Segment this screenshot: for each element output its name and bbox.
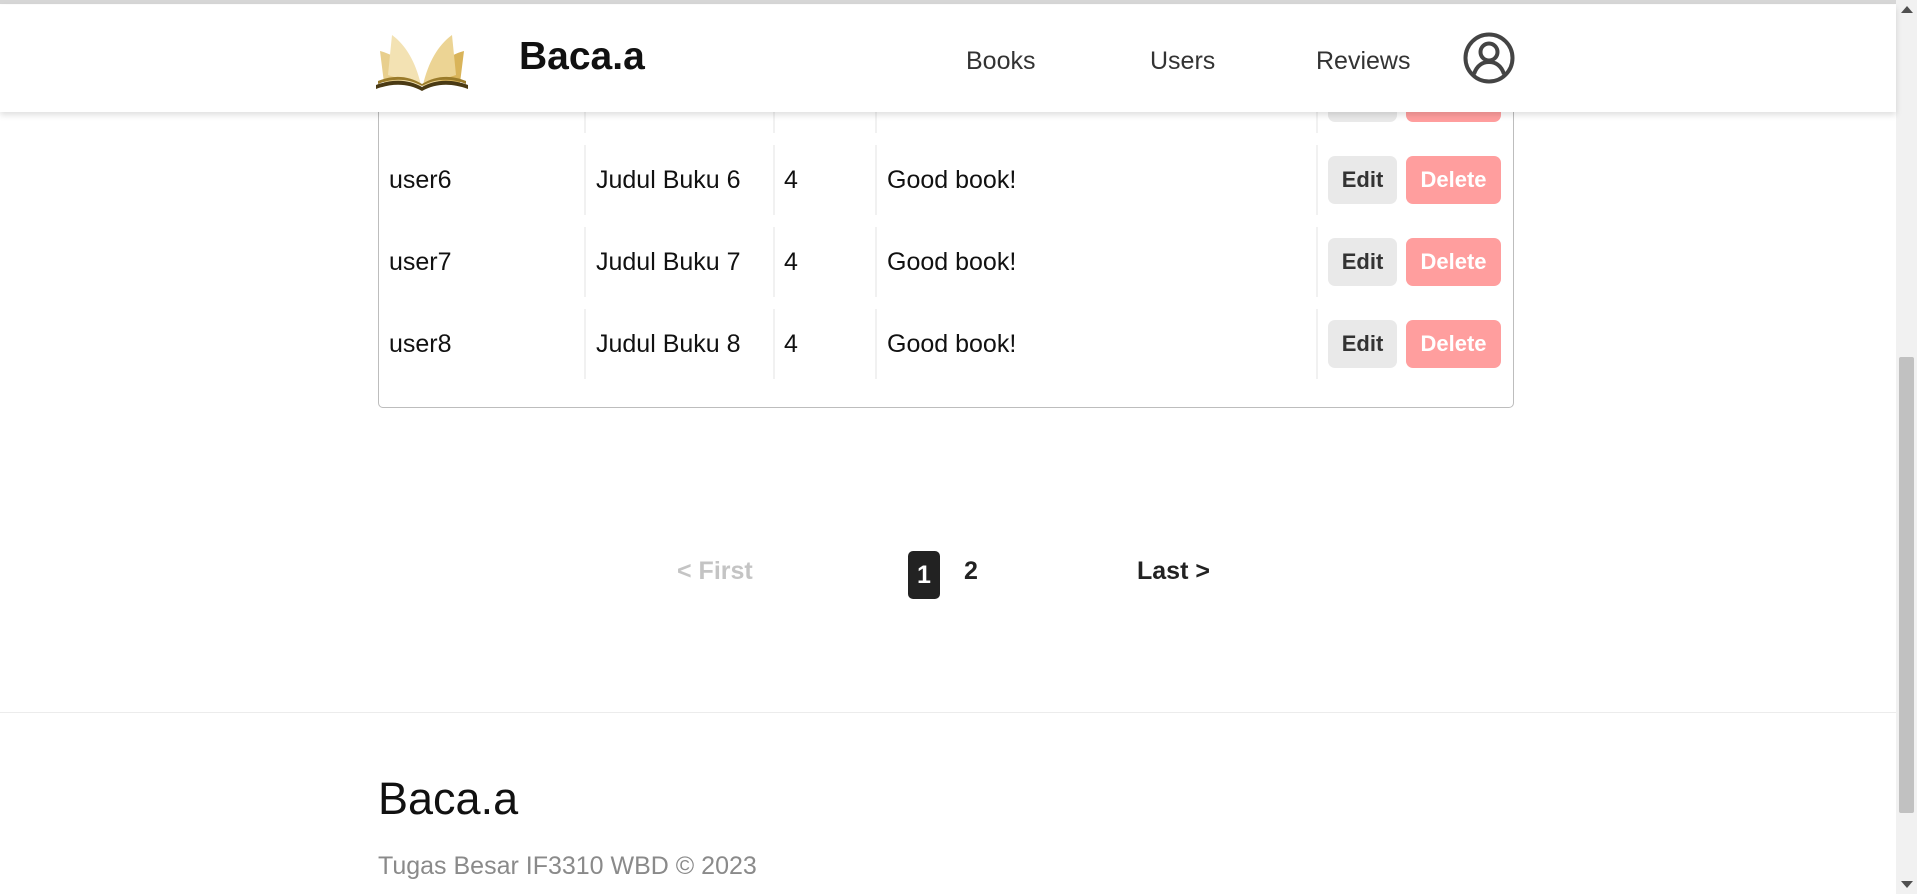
edit-button[interactable]: Edit <box>1328 238 1397 286</box>
cell-user: user7 <box>389 247 452 276</box>
column-divider <box>875 145 877 215</box>
footer-copyright: Tugas Besar IF3310 WBD © 2023 <box>378 852 757 880</box>
column-divider <box>773 227 775 297</box>
column-divider <box>1316 309 1318 379</box>
column-divider <box>875 227 877 297</box>
pagination-page-2[interactable]: 2 <box>964 557 978 586</box>
pagination-page-1[interactable]: 1 <box>908 551 940 599</box>
column-divider <box>875 309 877 379</box>
cell-book: Judul Buku 8 <box>596 329 741 358</box>
scroll-up-icon[interactable] <box>1901 6 1913 13</box>
brand-name[interactable]: Baca.a <box>519 35 645 79</box>
cell-book: Judul Buku 6 <box>596 165 741 194</box>
cell-review: Good book! <box>887 329 1017 358</box>
pagination-last[interactable]: Last > <box>1137 557 1210 586</box>
scrollbar-thumb[interactable] <box>1899 357 1914 813</box>
table-row: user6 Judul Buku 6 4 Good book! Edit Del… <box>379 139 1513 221</box>
cell-rating: 4 <box>784 247 798 276</box>
open-book-logo[interactable] <box>376 27 468 96</box>
column-divider <box>584 309 586 379</box>
cell-user: user6 <box>389 165 452 194</box>
column-divider <box>584 227 586 297</box>
footer-brand: Baca.a <box>378 773 519 824</box>
cell-review: Good book! <box>887 247 1017 276</box>
delete-button[interactable]: Delete <box>1406 156 1501 204</box>
reviews-table: user5 Judul Buku 5 5 Wah bagus sekali ya… <box>378 60 1514 408</box>
cell-user: user8 <box>389 329 452 358</box>
column-divider <box>773 309 775 379</box>
nav-books[interactable]: Books <box>966 47 1035 76</box>
user-circle-icon[interactable] <box>1463 32 1515 89</box>
table-row: user8 Judul Buku 8 4 Good book! Edit Del… <box>379 303 1513 385</box>
nav-reviews[interactable]: Reviews <box>1316 47 1410 76</box>
vertical-scrollbar[interactable] <box>1896 0 1917 894</box>
cell-book: Judul Buku 7 <box>596 247 741 276</box>
site-footer: Baca.a Tugas Besar IF3310 WBD © 2023 <box>0 712 1896 895</box>
delete-button[interactable]: Delete <box>1406 320 1501 368</box>
edit-button[interactable]: Edit <box>1328 320 1397 368</box>
cell-review: Good book! <box>887 165 1017 194</box>
cell-rating: 4 <box>784 329 798 358</box>
window-top-border <box>0 0 1896 4</box>
column-divider <box>773 145 775 215</box>
table-row: user7 Judul Buku 7 4 Good book! Edit Del… <box>379 221 1513 303</box>
scroll-down-icon[interactable] <box>1901 881 1913 888</box>
cell-rating: 4 <box>784 165 798 194</box>
edit-button[interactable]: Edit <box>1328 156 1397 204</box>
nav-users[interactable]: Users <box>1150 47 1215 76</box>
delete-button[interactable]: Delete <box>1406 238 1501 286</box>
column-divider <box>1316 145 1318 215</box>
pagination-first[interactable]: < First <box>677 557 753 586</box>
site-header: Baca.a Books Users Reviews <box>0 5 1896 112</box>
column-divider <box>584 145 586 215</box>
column-divider <box>1316 227 1318 297</box>
